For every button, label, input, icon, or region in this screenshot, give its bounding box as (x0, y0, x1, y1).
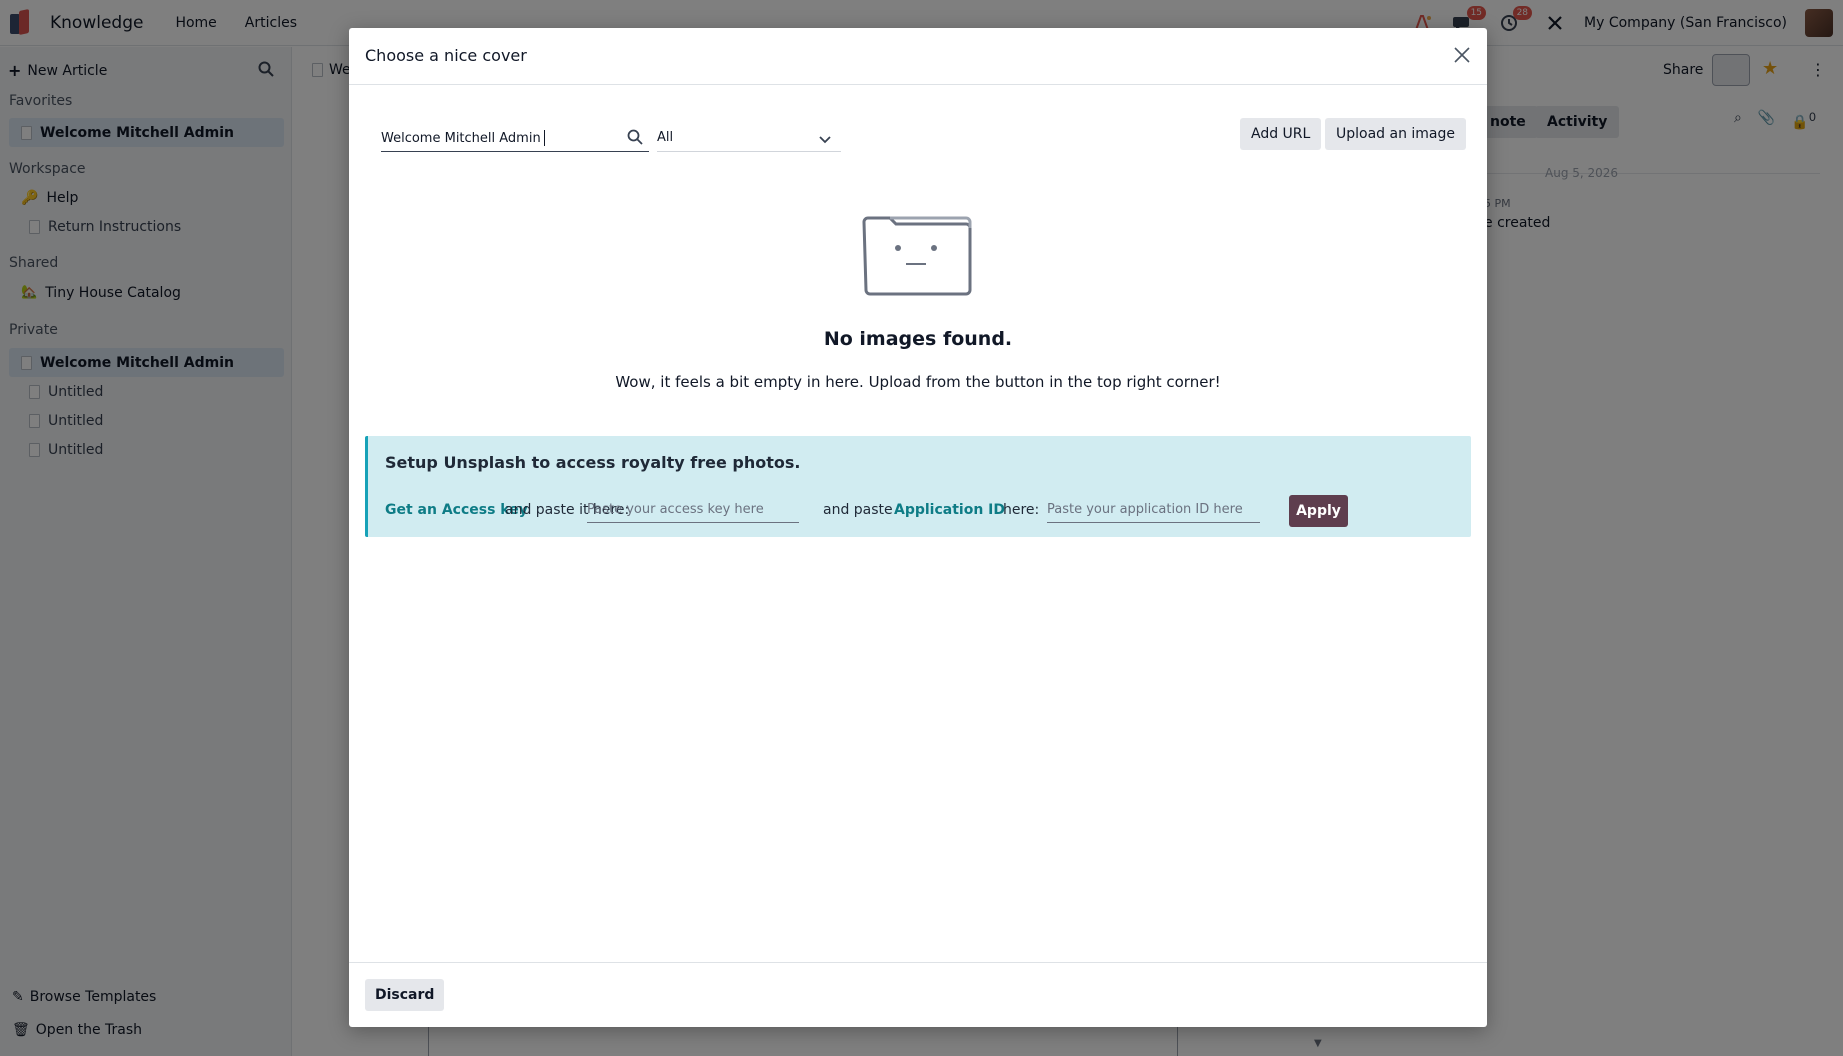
empty-folder-icon (860, 214, 975, 303)
close-icon[interactable] (1453, 46, 1473, 66)
chevron-down-icon (819, 133, 831, 148)
text-caret (544, 130, 545, 146)
modal-title: Choose a nice cover (365, 46, 527, 65)
application-id-link[interactable]: Application ID (894, 502, 1005, 518)
application-id-input[interactable] (1047, 496, 1260, 523)
add-url-button[interactable]: Add URL (1240, 118, 1322, 150)
unsplash-title: Setup Unsplash to access royalty free ph… (385, 453, 801, 472)
empty-state-title: No images found. (823, 328, 1013, 350)
modal-header: Choose a nice cover (349, 28, 1487, 85)
image-search-input[interactable] (381, 125, 621, 151)
upload-image-button[interactable]: Upload an image (1325, 118, 1467, 150)
search-icon[interactable] (627, 129, 643, 149)
here-text: here: (1003, 502, 1040, 518)
unsplash-setup-alert: Setup Unsplash to access royalty free ph… (365, 436, 1471, 537)
discard-button[interactable]: Discard (365, 979, 445, 1011)
access-key-input[interactable] (587, 496, 799, 523)
modal-footer: Discard (349, 962, 1487, 1027)
image-search (381, 125, 649, 152)
filter-value: All (657, 130, 674, 145)
image-filter-select[interactable]: All (657, 125, 841, 152)
choose-cover-dialog: Choose a nice cover All Add URL Upload a… (349, 28, 1487, 1027)
and-paste-text: and paste (823, 502, 893, 518)
empty-state-subtitle: Wow, it feels a bit empty in here. Uploa… (615, 373, 1221, 391)
apply-button[interactable]: Apply (1289, 495, 1348, 527)
